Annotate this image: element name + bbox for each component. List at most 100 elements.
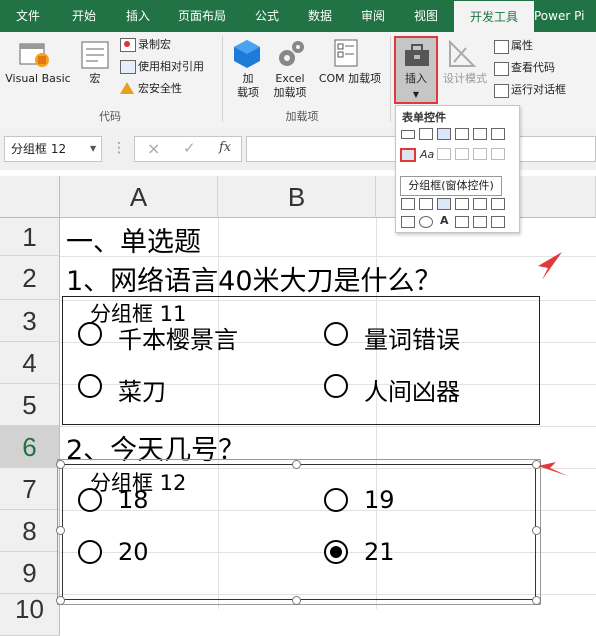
- button-control-icon[interactable]: [401, 130, 415, 139]
- row-header-4[interactable]: 4: [0, 342, 60, 384]
- activex-label-icon[interactable]: A: [440, 214, 449, 227]
- run-dialog-icon: [494, 84, 509, 98]
- tab-page-layout[interactable]: 页面布局: [164, 0, 240, 32]
- tab-formulas[interactable]: 公式: [240, 0, 294, 32]
- resize-handle[interactable]: [56, 526, 65, 535]
- radio-option-2[interactable]: [324, 322, 348, 346]
- resize-handle[interactable]: [292, 596, 301, 605]
- combo-list-icon[interactable]: [473, 148, 487, 160]
- excel-addins-button[interactable]: Excel 加载项: [266, 72, 314, 100]
- radio-option-19[interactable]: [324, 488, 348, 512]
- addins-button[interactable]: 加 载项: [228, 72, 268, 100]
- properties-icon: [494, 40, 509, 54]
- ribbon-tab-bar: 文件 开始 插入 页面布局 公式 数据 审阅 视图 开发工具 Power Pi: [0, 0, 596, 32]
- row-header-2[interactable]: 2: [0, 256, 60, 300]
- activex-image-icon[interactable]: [455, 216, 469, 228]
- activex-option-icon[interactable]: [419, 216, 433, 228]
- text-field-icon[interactable]: [455, 148, 469, 160]
- record-macro-button[interactable]: 录制宏: [138, 36, 171, 54]
- radio-option-4[interactable]: [324, 374, 348, 398]
- resize-handle[interactable]: [56, 596, 65, 605]
- radio-option-1[interactable]: [78, 322, 102, 346]
- resize-handle[interactable]: [56, 460, 65, 469]
- macro-security-button[interactable]: 宏安全性: [138, 80, 182, 98]
- enter-icon[interactable]: ✓: [183, 139, 196, 157]
- formula-bar-grip-icon: ⋮: [112, 140, 126, 156]
- resize-handle[interactable]: [532, 526, 541, 535]
- tab-view[interactable]: 视图: [400, 0, 452, 32]
- name-box[interactable]: 分组框 12: [4, 136, 102, 162]
- relative-ref-icon: [120, 60, 136, 74]
- radio-option-18[interactable]: [78, 488, 102, 512]
- tab-developer[interactable]: 开发工具: [454, 1, 534, 32]
- relative-ref-button[interactable]: 使用相对引用: [138, 58, 204, 76]
- tab-home[interactable]: 开始: [56, 0, 112, 32]
- group-box-control-icon[interactable]: [400, 148, 416, 162]
- radio-option-21-selected[interactable]: [324, 540, 348, 564]
- option-button-icon[interactable]: [491, 128, 505, 140]
- spin-button-icon[interactable]: [455, 128, 469, 140]
- tab-insert[interactable]: 插入: [112, 0, 164, 32]
- row-header-8[interactable]: 8: [0, 510, 60, 552]
- resize-handle[interactable]: [292, 460, 301, 469]
- scroll-bar-icon[interactable]: [437, 148, 451, 160]
- activex-button-icon[interactable]: [401, 198, 415, 210]
- resize-handle[interactable]: [532, 596, 541, 605]
- row-header-3[interactable]: 3: [0, 300, 60, 342]
- activex-spin-icon[interactable]: [473, 216, 487, 228]
- more-controls-icon[interactable]: [491, 216, 505, 228]
- row-header-1[interactable]: 1: [0, 218, 60, 256]
- select-all-corner[interactable]: [0, 176, 60, 218]
- design-mode-button[interactable]: 设计模式: [438, 72, 492, 86]
- tab-data[interactable]: 数据: [294, 0, 346, 32]
- gridline: [60, 426, 596, 427]
- group-separator: [390, 36, 391, 122]
- cancel-icon[interactable]: ×: [147, 139, 160, 158]
- addins-icon: [234, 40, 260, 68]
- checkbox-icon[interactable]: [437, 128, 451, 140]
- activex-combo-icon[interactable]: [419, 198, 433, 210]
- column-header-b[interactable]: B: [218, 176, 376, 218]
- activex-text-icon[interactable]: [473, 198, 487, 210]
- activex-scroll-icon[interactable]: [491, 198, 505, 210]
- visual-basic-button[interactable]: Visual Basic: [2, 72, 74, 86]
- toolbox-icon: [405, 44, 429, 66]
- com-addins-button[interactable]: COM 加载项: [312, 72, 388, 86]
- tab-file[interactable]: 文件: [0, 0, 56, 32]
- addins-group-label: 加载项: [285, 110, 319, 123]
- combo-box-icon[interactable]: [419, 128, 433, 140]
- tab-review[interactable]: 审阅: [346, 0, 400, 32]
- tab-power-pivot[interactable]: Power Pi: [534, 0, 596, 32]
- view-code-button[interactable]: 查看代码: [511, 59, 555, 77]
- name-box-dropdown-icon[interactable]: ▼: [90, 144, 96, 153]
- activex-list-icon[interactable]: [455, 198, 469, 210]
- row-header-6[interactable]: 6: [0, 426, 60, 468]
- radio-label: 量词错误: [364, 326, 460, 354]
- formula-buttons: × ✓ fx: [134, 136, 242, 162]
- radio-option-3[interactable]: [78, 374, 102, 398]
- row-header-9[interactable]: 9: [0, 552, 60, 594]
- record-macro-icon: [120, 38, 136, 52]
- annotation-arrow: [538, 252, 562, 280]
- combo-drop-icon[interactable]: [491, 148, 505, 160]
- cell-a2[interactable]: 1、网络语言40米大刀是什么？: [66, 259, 442, 298]
- insert-control-button[interactable]: 插入 ▼: [394, 36, 438, 104]
- radio-option-20[interactable]: [78, 540, 102, 564]
- column-header-a[interactable]: A: [60, 176, 218, 218]
- row-header-5[interactable]: 5: [0, 384, 60, 426]
- macro-button[interactable]: 宏: [80, 72, 110, 86]
- insert-function-icon[interactable]: fx: [219, 140, 231, 155]
- cell-a1[interactable]: 一、单选题: [66, 220, 201, 259]
- visual-basic-icon: [19, 43, 49, 67]
- properties-button[interactable]: 属性: [511, 37, 533, 55]
- radio-label: 19: [364, 486, 395, 514]
- run-dialog-button[interactable]: 运行对话框: [511, 81, 566, 99]
- row-header-10[interactable]: 10: [0, 594, 60, 636]
- radio-label: 人间凶器: [364, 378, 460, 406]
- activex-toggle-icon[interactable]: [401, 216, 415, 228]
- radio-label: 千本樱景言: [118, 326, 238, 354]
- label-control-icon[interactable]: Aa: [420, 148, 434, 161]
- activex-checkbox-icon[interactable]: [437, 198, 451, 210]
- row-header-7[interactable]: 7: [0, 468, 60, 510]
- list-box-icon[interactable]: [473, 128, 487, 140]
